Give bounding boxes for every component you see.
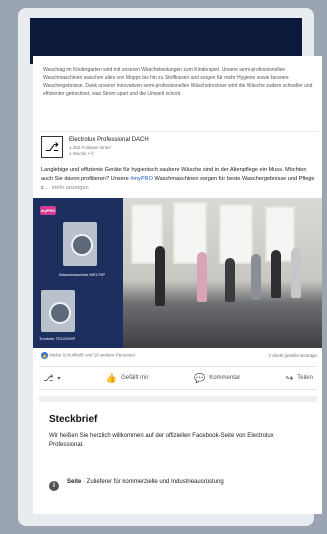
comment-icon: 💬: [193, 372, 206, 383]
page-avatar-icon: ⎇: [43, 372, 54, 383]
about-section: Steckbrief Wir heißen Sie herzlich willk…: [39, 396, 317, 514]
chevron-down-icon: ▾: [57, 375, 61, 382]
share-count[interactable]: 2 direkt geteilte Beiträge: [268, 353, 317, 358]
washer-image: [63, 222, 97, 266]
post-media[interactable]: myPRO Waschmaschine WE170P Trockner TE12…: [33, 198, 322, 348]
share-icon: ↪: [285, 372, 294, 383]
previous-post-snippet: Waschtag im Kindergarten wird mit unsere…: [39, 64, 318, 132]
dryer-label: Trockner TE1220HP: [39, 336, 76, 341]
share-button[interactable]: ↪ Teilen: [286, 373, 313, 384]
reaction-people[interactable]: Meike Schultheiß und 18 weitere Personen: [49, 353, 135, 358]
washer-label: Waschmaschine WE170P: [59, 272, 106, 277]
post-card: Waschtag im Kindergarten wird mit unsere…: [33, 56, 322, 514]
about-title: Steckbrief: [49, 414, 98, 425]
yoga-photo: [123, 198, 322, 348]
product-panel: myPRO Waschmaschine WE170P Trockner TE12…: [33, 198, 123, 348]
page-category-text: Seite · Zulieferer für kommerzielle und …: [67, 479, 224, 485]
hashtag-link[interactable]: #myPRO: [130, 176, 153, 182]
like-button[interactable]: 👍 Gefällt mir: [106, 373, 149, 384]
page-followers: 1.252 Follower:innen: [69, 145, 111, 150]
page-category-row: i Seite · Zulieferer für kommerzielle un…: [49, 476, 307, 506]
dryer-image: [41, 290, 75, 332]
about-description: Wir heißen Sie herzlich willkommen auf d…: [49, 433, 274, 448]
page-selector[interactable]: ⎇ ▾: [43, 373, 60, 384]
action-bar: ⎇ ▾ 👍 Gefällt mir 💬 Kommentar ↪ Teilen: [39, 366, 317, 390]
electrolux-logo-icon[interactable]: ⎇: [41, 136, 63, 158]
info-icon: i: [49, 481, 59, 491]
show-more-link[interactable]: ... mehr anzeigen: [45, 185, 88, 191]
comment-button[interactable]: 💬 Kommentar: [194, 373, 240, 384]
like-reaction-icon: 👍: [41, 352, 48, 359]
reactions-row[interactable]: 👍 Meike Schultheiß und 18 weitere Person…: [41, 352, 317, 362]
post-timestamp: 1 Woche • ©: [69, 151, 95, 156]
mypro-badge: myPRO: [40, 206, 56, 215]
thumbs-up-icon: 👍: [105, 372, 118, 383]
page-header[interactable]: ⎇ Electrolux Professional DACH 1.252 Fol…: [41, 136, 311, 160]
post-text: Langlebige und effiziente Geräte für hyg…: [41, 166, 317, 193]
page-name[interactable]: Electrolux Professional DACH: [69, 137, 149, 143]
